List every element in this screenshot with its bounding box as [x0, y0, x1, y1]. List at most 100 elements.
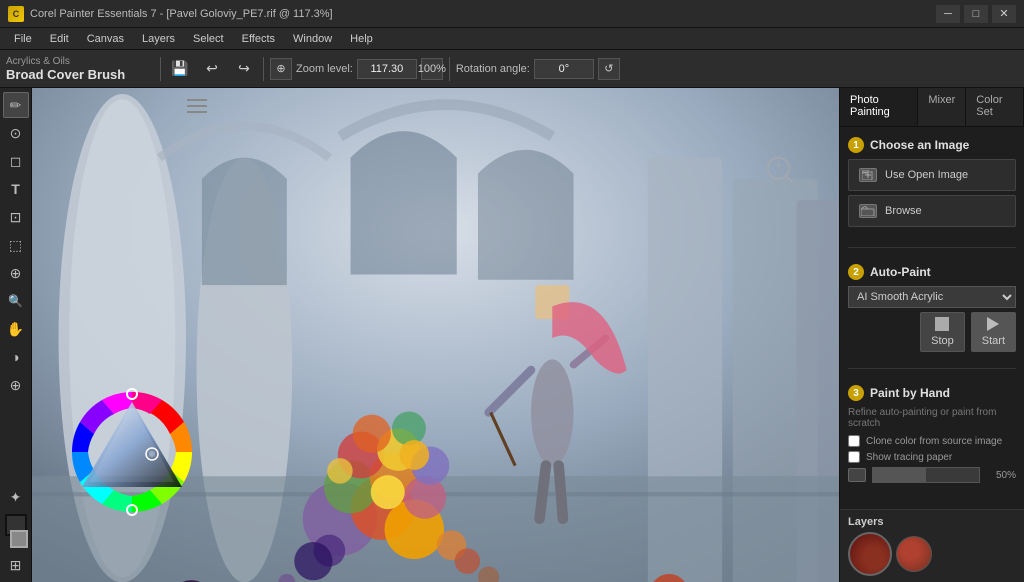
zoom-percent-btn[interactable]: 100%: [421, 58, 443, 80]
section-1-header: 1 Choose an Image: [848, 137, 1016, 153]
layer-thumb-1[interactable]: [848, 532, 892, 576]
section-3-number: 3: [848, 385, 864, 401]
background-color[interactable]: [10, 530, 28, 548]
opacity-bar-fill: [873, 468, 926, 482]
tab-mixer[interactable]: Mixer: [918, 88, 966, 126]
separator-2: [263, 57, 264, 81]
hamburger-icon[interactable]: [187, 98, 207, 119]
toolbar: Acrylics & Oils Broad Cover Brush 💾 ↩ ↪ …: [0, 50, 1024, 88]
rotation-reset-btn[interactable]: ↺: [598, 58, 620, 80]
canvas-area[interactable]: [32, 88, 839, 582]
tracing-paper-row: Show tracing paper: [848, 451, 1016, 463]
layers-thumbnail-row: [848, 532, 1016, 576]
title-bar-left: C Corel Painter Essentials 7 - [Pavel Go…: [8, 6, 333, 22]
zoom-tool-btn[interactable]: 🔍: [3, 288, 29, 314]
tab-color-set[interactable]: Color Set: [966, 88, 1024, 126]
clone-color-checkbox[interactable]: [848, 435, 860, 447]
rotation-control: Rotation angle: ↺: [456, 58, 620, 80]
clone-color-row: Clone color from source image: [848, 435, 1016, 447]
auto-paint-dropdown[interactable]: AI Smooth Acrylic Classic Impressionism …: [848, 286, 1016, 308]
zoom-control: ⊕ Zoom level: 100%: [270, 58, 443, 80]
app-icon: C: [8, 6, 24, 22]
color-wheel[interactable]: [62, 382, 202, 522]
app-title: Corel Painter Essentials 7 - [Pavel Golo…: [30, 8, 333, 20]
selection-tool-btn[interactable]: ⬚: [3, 232, 29, 258]
section-1-number: 1: [848, 137, 864, 153]
menu-help[interactable]: Help: [342, 31, 381, 47]
title-bar: C Corel Painter Essentials 7 - [Pavel Go…: [0, 0, 1024, 28]
opacity-icon: [848, 468, 866, 482]
clone-tool-btn[interactable]: ⊕: [3, 372, 29, 398]
redo-button[interactable]: ↪: [231, 56, 257, 82]
menu-layers[interactable]: Layers: [134, 31, 183, 47]
zoom-icon-btn[interactable]: ⊕: [270, 58, 292, 80]
opacity-value: 50%: [986, 470, 1016, 481]
zoom-input[interactable]: [357, 59, 417, 79]
use-open-image-button[interactable]: Use Open Image: [848, 159, 1016, 191]
start-icon: [987, 317, 999, 331]
section-2-header: 2 Auto-Paint: [848, 264, 1016, 280]
brush-name: Broad Cover Brush: [6, 67, 125, 82]
use-open-image-icon: [859, 168, 877, 182]
stop-icon: [935, 317, 949, 331]
divider-1: [848, 247, 1016, 248]
section-1-title: Choose an Image: [870, 138, 969, 152]
rotation-input[interactable]: [534, 59, 594, 79]
menu-bar: File Edit Canvas Layers Select Effects W…: [0, 28, 1024, 50]
layer-thumb-2[interactable]: [896, 536, 932, 572]
tracing-paper-checkbox[interactable]: [848, 451, 860, 463]
opacity-row: 50%: [848, 467, 1016, 483]
brush-info: Acrylics & Oils Broad Cover Brush: [6, 56, 146, 82]
eyedropper-tool-btn[interactable]: ⊙: [3, 120, 29, 146]
browse-icon: [859, 204, 877, 218]
transform-tool-btn[interactable]: ⊕: [3, 260, 29, 286]
menu-effects[interactable]: Effects: [234, 31, 283, 47]
menu-edit[interactable]: Edit: [42, 31, 77, 47]
menu-select[interactable]: Select: [185, 31, 232, 47]
section-2-title: Auto-Paint: [870, 265, 931, 279]
window-controls[interactable]: ─ □ ✕: [936, 5, 1016, 23]
crop-tool-btn[interactable]: ⊡: [3, 204, 29, 230]
section-2-number: 2: [848, 264, 864, 280]
browse-button[interactable]: Browse: [848, 195, 1016, 227]
separator-1: [160, 57, 161, 81]
layers-section: Layers: [840, 509, 1024, 582]
brush-tool-btn[interactable]: ✏: [3, 92, 29, 118]
separator-3: [449, 57, 450, 81]
section-choose-image: 1 Choose an Image Use Open Image: [848, 137, 1016, 231]
paint-controls: Stop Start: [848, 312, 1016, 352]
eraser-tool-btn[interactable]: ◻: [3, 148, 29, 174]
section-3-header: 3 Paint by Hand: [848, 385, 1016, 401]
color-wheel-svg: [62, 382, 202, 522]
right-panel-content: 1 Choose an Image Use Open Image: [840, 127, 1024, 509]
dodge-tool-btn[interactable]: ◑: [3, 344, 29, 370]
close-button[interactable]: ✕: [992, 5, 1016, 23]
minimize-button[interactable]: ─: [936, 5, 960, 23]
maximize-button[interactable]: □: [964, 5, 988, 23]
layers-header: Layers: [848, 516, 1016, 528]
menu-file[interactable]: File: [6, 31, 40, 47]
browse-label: Browse: [885, 205, 922, 217]
grab-tool-btn[interactable]: ✋: [3, 316, 29, 342]
right-panel: Photo Painting Mixer Color Set 1 Choose …: [839, 88, 1024, 582]
divider-2: [848, 368, 1016, 369]
opacity-bar[interactable]: [872, 467, 980, 483]
main-layout: ✏ ⊙ ◻ T ⊡ ⬚ ⊕ 🔍 ✋ ◑ ⊕ ✦ ⊞: [0, 88, 1024, 582]
start-button[interactable]: Start: [971, 312, 1016, 352]
brush-category: Acrylics & Oils: [6, 56, 70, 67]
menu-canvas[interactable]: Canvas: [79, 31, 132, 47]
stop-label: Stop: [931, 335, 954, 347]
tab-photo-painting[interactable]: Photo Painting: [840, 88, 918, 126]
undo-button[interactable]: ↩: [199, 56, 225, 82]
fx-tool-btn[interactable]: ✦: [3, 484, 29, 510]
section-3-title: Paint by Hand: [870, 386, 950, 400]
right-panel-tabs: Photo Painting Mixer Color Set: [840, 88, 1024, 127]
text-tool-btn[interactable]: T: [3, 176, 29, 202]
stop-button[interactable]: Stop: [920, 312, 965, 352]
rotation-label: Rotation angle:: [456, 63, 530, 75]
menu-window[interactable]: Window: [285, 31, 340, 47]
color-grid-btn[interactable]: ⊞: [3, 552, 29, 578]
save-button[interactable]: 💾: [167, 56, 193, 82]
pbh-subtitle: Refine auto-painting or paint from scrat…: [848, 407, 1016, 429]
zoom-label: Zoom level:: [296, 63, 353, 75]
